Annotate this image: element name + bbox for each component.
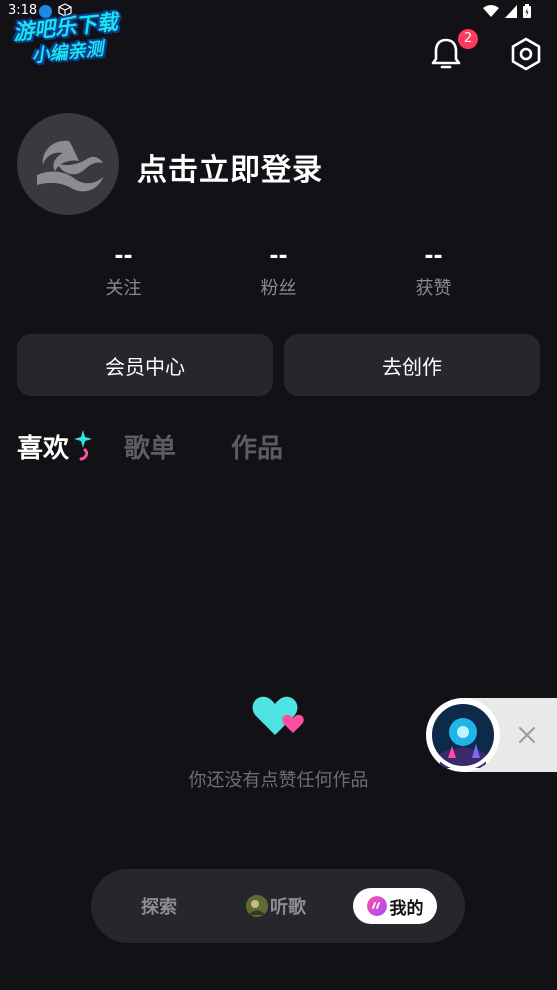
status-icons	[483, 4, 531, 18]
album-art-icon	[428, 700, 498, 770]
stat-label: 粉丝	[260, 278, 297, 299]
bottom-navigation: 探索 听歌 我的	[91, 869, 465, 943]
hearts-icon	[252, 696, 304, 735]
nav-listen[interactable]: 听歌	[246, 869, 306, 943]
mine-icon	[366, 896, 387, 916]
nav-mine-label: 我的	[389, 898, 424, 919]
stats-row: -- 关注 -- 粉丝 -- 获赞	[46, 244, 511, 300]
wifi-icon	[483, 4, 499, 17]
default-avatar-logo-icon	[37, 140, 103, 192]
listen-thumbnail-icon	[246, 895, 268, 917]
nav-mine[interactable]: 我的	[353, 888, 437, 924]
notification-badge: 2	[458, 29, 478, 49]
settings-icon[interactable]	[507, 35, 545, 73]
stat-following[interactable]: -- 关注	[46, 244, 201, 300]
stat-label: 获赞	[415, 278, 452, 299]
nav-explore[interactable]: 探索	[141, 869, 177, 943]
stat-value: --	[424, 244, 443, 269]
close-icon[interactable]	[514, 722, 540, 748]
tab-likes-label: 喜欢	[17, 434, 70, 464]
login-prompt[interactable]: 点击立即登录	[137, 145, 323, 189]
vip-center-button[interactable]: 会员中心	[17, 334, 273, 396]
now-playing-cover[interactable]	[426, 698, 500, 772]
tab-works[interactable]: 作品	[231, 428, 283, 465]
sparkle-icon	[74, 430, 92, 461]
stat-value: --	[269, 244, 288, 269]
tab-playlists[interactable]: 歌单	[124, 428, 176, 465]
stat-fans[interactable]: -- 粉丝	[201, 244, 356, 300]
floating-player[interactable]	[426, 698, 557, 772]
create-button[interactable]: 去创作	[284, 334, 540, 396]
profile-page: 3:18 游吧乐下载 小编亲测 2 点击立即登录 -- 关注 -- 粉丝 -- …	[0, 0, 557, 990]
battery-icon	[523, 4, 531, 18]
tab-likes[interactable]: 喜欢	[17, 428, 69, 465]
signal-icon	[505, 4, 517, 18]
stat-label: 关注	[105, 278, 142, 299]
avatar[interactable]	[17, 113, 119, 215]
stat-likes-received[interactable]: -- 获赞	[356, 244, 511, 300]
nav-listen-label: 听歌	[270, 897, 306, 918]
stat-value: --	[114, 244, 133, 269]
